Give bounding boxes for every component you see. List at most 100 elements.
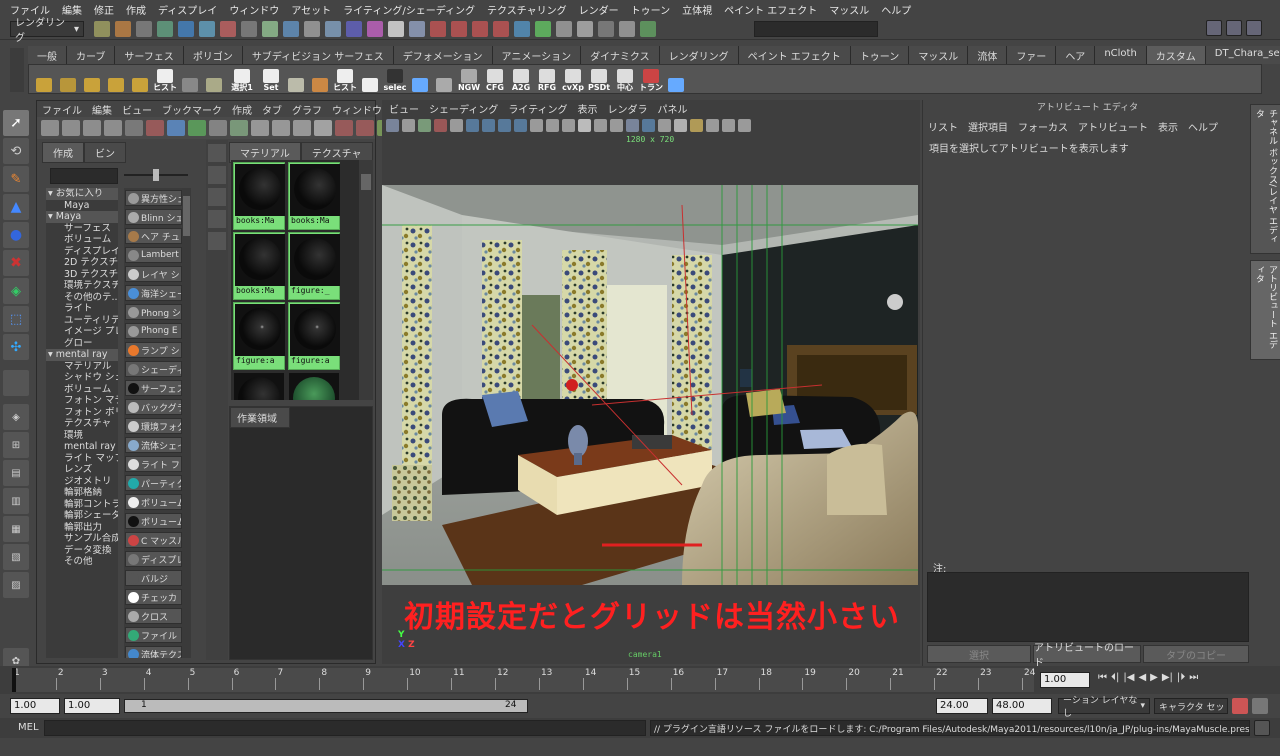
hypershade-tool-icon[interactable] <box>167 120 185 136</box>
status-tool-icon[interactable] <box>388 21 404 37</box>
shelf-tab[interactable]: ダイナミクス <box>581 46 660 64</box>
hypershade-tool-icon[interactable] <box>251 120 269 136</box>
hypershade-menu-item[interactable]: ウィンドウ <box>327 102 387 117</box>
tree-item[interactable]: ユーティリティ <box>46 315 118 327</box>
viewport-tool-icon[interactable] <box>594 118 607 132</box>
select-tool-icon[interactable]: ➚ <box>3 110 29 136</box>
shelf-tab[interactable]: ポリゴン <box>183 46 243 64</box>
work-area-tab[interactable]: 作業領域 <box>230 407 290 428</box>
material-swatch[interactable]: figure:a <box>233 302 285 370</box>
shelf-button[interactable]: ヒスト <box>333 66 357 92</box>
viewport-tool-icon[interactable] <box>418 118 431 132</box>
shelf-tab[interactable]: 一般 <box>28 46 67 64</box>
shelf-button[interactable] <box>179 66 201 92</box>
status-tool-icon[interactable] <box>472 21 488 37</box>
node-swatch-icon[interactable] <box>208 232 226 250</box>
shelf-button[interactable] <box>33 66 55 92</box>
status-tool-icon[interactable] <box>157 21 173 37</box>
create-node-button[interactable]: チェッカ <box>125 589 182 605</box>
manipulator-tool-icon[interactable]: ◈ <box>3 278 29 304</box>
create-node-button[interactable]: ライト フォ <box>125 456 182 472</box>
menu-item[interactable]: トゥーン <box>625 2 677 17</box>
status-tool-icon[interactable] <box>346 21 362 37</box>
hypershade-tool-icon[interactable] <box>104 120 122 136</box>
create-node-button[interactable]: パーティク <box>125 475 182 491</box>
node-list-scrollbar[interactable] <box>182 188 191 658</box>
expand-arrow-icon[interactable]: ▾ <box>48 211 56 222</box>
viewport-menu-item[interactable]: レンダラ <box>603 101 653 116</box>
menu-item[interactable]: 立体視 <box>676 2 718 17</box>
tree-item[interactable]: 環境テクスチ... <box>46 280 118 292</box>
create-node-button[interactable]: C マッスル <box>125 532 182 548</box>
viewport-tool-icon[interactable] <box>722 118 735 132</box>
create-node-button[interactable]: サーフェス <box>125 380 182 396</box>
tree-item[interactable]: 輪郭格納 <box>46 487 118 499</box>
menu-item[interactable]: 修正 <box>88 2 120 17</box>
create-node-button[interactable]: ランプ シ <box>125 342 182 358</box>
shelf-tab[interactable]: ヘア <box>1056 46 1096 64</box>
scale-tool-icon[interactable]: ✖ <box>3 250 29 276</box>
viewport-tool-icon[interactable] <box>450 118 463 132</box>
attribute-editor-side-tab[interactable]: アトリビュート エディタ <box>1250 260 1280 360</box>
status-tool-icon[interactable] <box>430 21 446 37</box>
hypershade-menu-item[interactable]: ファイル <box>37 102 87 117</box>
hypershade-menu-item[interactable]: ビュー <box>117 102 157 117</box>
hypershade-tool-icon[interactable] <box>83 120 101 136</box>
step-forward-frame-icon[interactable]: |⏵ <box>1177 672 1185 683</box>
material-swatch[interactable]: figure:a <box>288 302 340 370</box>
shelf-button[interactable]: PSDt <box>587 66 611 92</box>
shelf-button[interactable] <box>665 66 687 92</box>
tree-item[interactable]: フォトン マテ <box>46 395 118 407</box>
four-view-layout-icon[interactable]: ⊞ <box>3 432 29 458</box>
shelf-button[interactable]: ヒスト <box>153 66 177 92</box>
viewport-tool-icon[interactable] <box>690 118 703 132</box>
top-tab-only-icon[interactable] <box>208 188 226 206</box>
hypershade-tool-icon[interactable] <box>293 120 311 136</box>
attribute-menu-item[interactable]: 表示 <box>1153 119 1183 134</box>
status-tool-icon[interactable] <box>514 21 530 37</box>
tree-item[interactable]: 環境 <box>46 430 118 442</box>
tree-item[interactable]: ボリューム <box>46 234 118 246</box>
create-node-button[interactable]: ヘア チュ <box>125 228 182 244</box>
viewport-tool-icon[interactable] <box>386 118 399 132</box>
status-tool-icon[interactable] <box>178 21 194 37</box>
playback-end-field[interactable]: 24.00 <box>936 698 988 714</box>
status-tool-icon[interactable] <box>640 21 656 37</box>
attribute-menu-item[interactable]: リスト <box>923 119 963 134</box>
hypershade-tool-icon[interactable] <box>209 120 227 136</box>
tree-item[interactable]: レンズ <box>46 464 118 476</box>
channel-box-toggle-icon[interactable] <box>1246 20 1262 36</box>
viewport-tool-icon[interactable] <box>530 118 543 132</box>
tree-item[interactable]: その他 <box>46 556 118 568</box>
menu-item[interactable]: テクスチャリング <box>481 2 573 17</box>
create-node-button[interactable]: ボリューム <box>125 513 182 529</box>
create-node-button[interactable]: 流体シェイ <box>125 437 182 453</box>
auto-key-icon[interactable] <box>1232 698 1248 714</box>
hypershade-menu-item[interactable]: 作成 <box>227 102 257 117</box>
step-back-frame-icon[interactable]: ⏴| <box>1111 672 1119 683</box>
show-manip-tool-icon[interactable]: ✣ <box>3 334 29 360</box>
viewport-tool-icon[interactable] <box>498 118 511 132</box>
move-tool-icon[interactable]: ▲ <box>3 194 29 220</box>
status-tool-icon[interactable] <box>556 21 572 37</box>
rotate-tool-icon[interactable]: ● <box>3 222 29 248</box>
status-tool-icon[interactable] <box>304 21 320 37</box>
playback-start-field[interactable]: 1.00 <box>64 698 120 714</box>
material-swatch[interactable]: figure:_ <box>288 232 340 300</box>
tree-item[interactable]: ディスプレイ... <box>46 246 118 258</box>
shelf-button[interactable] <box>309 66 331 92</box>
menu-item[interactable]: ペイント エフェクト <box>718 2 823 17</box>
shelf-tab[interactable]: サブディビジョン サーフェス <box>242 46 394 64</box>
viewport-menu-item[interactable]: シェーディング <box>424 101 503 116</box>
expand-arrow-icon[interactable]: ▾ <box>48 349 56 360</box>
hypershade-tool-icon[interactable] <box>41 120 59 136</box>
hypershade-tool-icon[interactable] <box>62 120 80 136</box>
step-back-key-icon[interactable]: |◀ <box>1123 672 1134 683</box>
tree-item[interactable]: ジオメトリ <box>46 476 118 488</box>
status-tool-icon[interactable] <box>115 21 131 37</box>
tree-item[interactable]: サーフェス <box>46 223 118 235</box>
create-node-button[interactable]: Phong シ <box>125 304 182 320</box>
icon-size-slider-handle[interactable] <box>153 169 159 181</box>
create-node-button[interactable]: ディスプレ <box>125 551 182 567</box>
material-swatch[interactable]: books:Ma <box>233 232 285 300</box>
